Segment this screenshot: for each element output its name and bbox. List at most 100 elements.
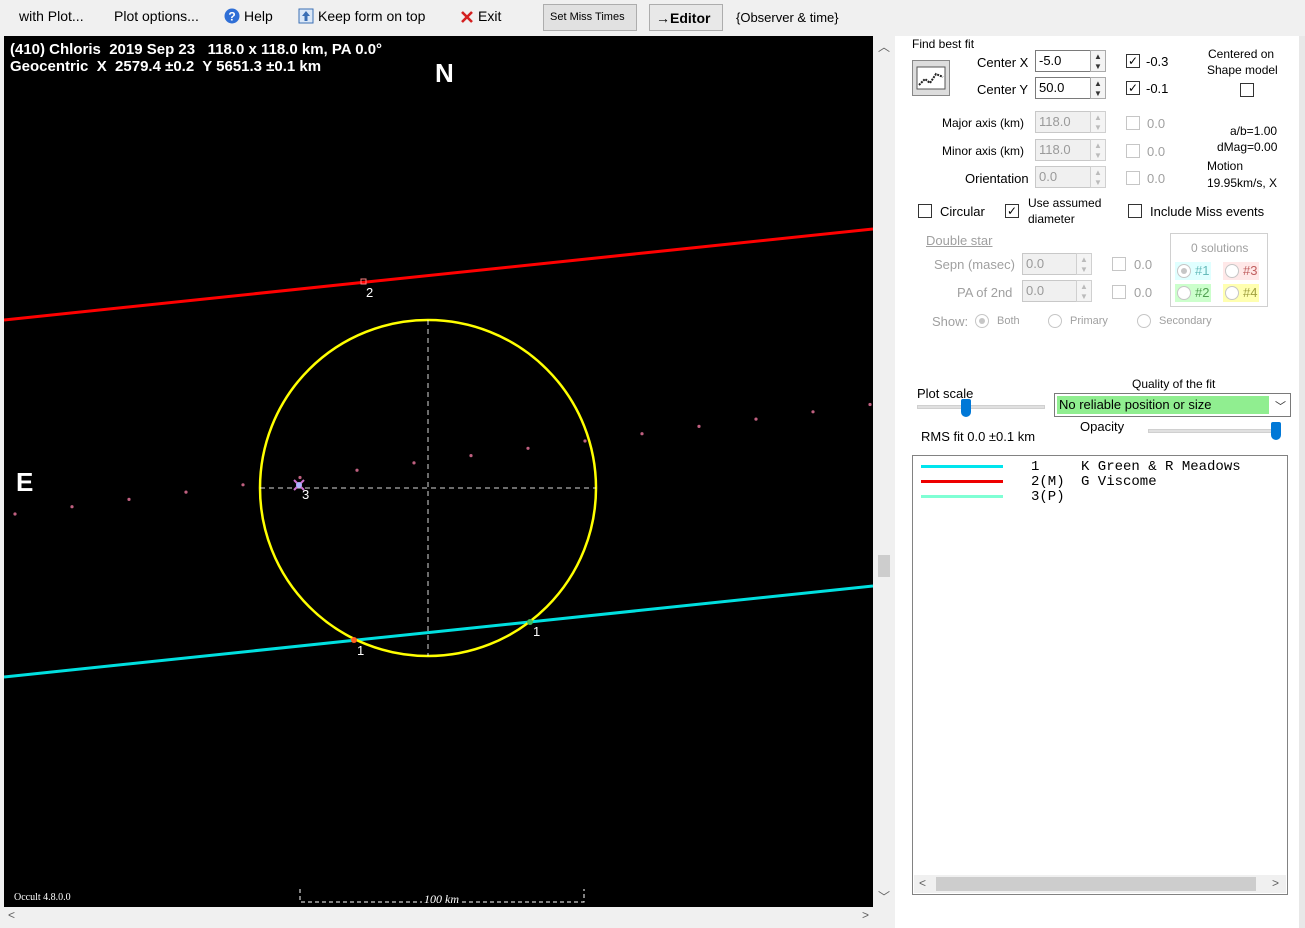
show-primary-label: Primary <box>1070 315 1108 327</box>
scroll-left-icon[interactable]: < <box>919 876 926 890</box>
minor-axis-input[interactable]: 118.0 <box>1035 139 1091 161</box>
solution-2-label: #2 <box>1195 285 1210 300</box>
orientation-input[interactable]: 0.0 <box>1035 166 1091 188</box>
pa2-input[interactable]: 0.0 <box>1022 280 1077 302</box>
path-dot <box>526 446 530 450</box>
show-primary-radio[interactable] <box>1048 314 1062 328</box>
observer-legend: 1 K Green & R Meadows 2(M) G Viscome 3(P… <box>912 455 1288 895</box>
orientation-stepper[interactable]: ▲ ▼ <box>1090 166 1106 188</box>
show-secondary-radio[interactable] <box>1137 314 1151 328</box>
with-plot-menu[interactable]: with Plot... <box>19 8 84 24</box>
scroll-right-icon[interactable]: > <box>1272 876 1279 890</box>
show-both-radio[interactable] <box>975 314 989 328</box>
solution-3[interactable]: #3 <box>1223 262 1260 280</box>
find-best-fit-button[interactable] <box>912 60 950 96</box>
include-miss-checkbox[interactable] <box>1128 204 1142 218</box>
motion-label: Motion <box>1207 159 1244 173</box>
orientation-label: Orientation <box>965 171 1029 186</box>
scroll-left-icon[interactable]: < <box>8 908 15 922</box>
scale-label: 100 km <box>422 892 461 907</box>
opacity-thumb[interactable] <box>1271 422 1281 440</box>
shape-model-checkbox[interactable] <box>1240 83 1254 97</box>
solution-1-label: #1 <box>1195 263 1210 278</box>
chord-line-cyan <box>4 584 873 679</box>
sepn-input[interactable]: 0.0 <box>1022 253 1077 275</box>
help-label: Help <box>244 8 273 24</box>
show-secondary-label: Secondary <box>1159 315 1212 327</box>
pa2-stepper[interactable]: ▲ ▼ <box>1076 280 1092 302</box>
svg-text:?: ? <box>228 10 235 24</box>
circular-checkbox[interactable] <box>918 204 932 218</box>
legend-line <box>921 495 1003 498</box>
major-axis-checkbox[interactable] <box>1126 116 1140 130</box>
path-dot <box>70 505 74 509</box>
path-dot <box>469 454 473 458</box>
center-y-stepper[interactable]: ▲ ▼ <box>1090 77 1106 99</box>
pa2-checkbox[interactable] <box>1112 285 1126 299</box>
legend-row[interactable]: 1 K Green & R Meadows <box>921 459 1281 475</box>
path-dot <box>868 402 872 407</box>
keep-on-top-label: Keep form on top <box>318 8 426 24</box>
center-x-stepper[interactable]: ▲ ▼ <box>1090 50 1106 72</box>
scroll-down-icon[interactable]: ﹀ <box>878 888 890 905</box>
legend-scroll-thumb[interactable] <box>936 877 1256 891</box>
major-axis-label: Major axis (km) <box>942 116 1025 130</box>
solution-2-radio[interactable] <box>1177 286 1191 300</box>
plot-horizontal-scrollbar[interactable]: < > <box>4 907 873 925</box>
version-label: Occult 4.8.0.0 <box>14 892 71 903</box>
sepn-step: 0.0 <box>1134 257 1153 272</box>
solution-1-radio[interactable] <box>1177 264 1191 278</box>
center-x-checkbox[interactable]: ✓ <box>1126 54 1140 68</box>
minor-axis-checkbox[interactable] <box>1126 144 1140 158</box>
shape-model-label: Shape model <box>1207 63 1278 77</box>
use-assumed-diameter-checkbox[interactable]: ✓ <box>1005 204 1019 218</box>
plot-scale-track[interactable] <box>917 405 1045 409</box>
sepn-checkbox[interactable] <box>1112 257 1126 271</box>
legend-row[interactable]: 2(M) G Viscome <box>921 474 1281 490</box>
legend-number: 1 <box>1031 459 1040 475</box>
minor-axis-stepper[interactable]: ▲ ▼ <box>1090 139 1106 161</box>
plot-vertical-scrollbar[interactable]: ︿ ﹀ <box>873 36 895 907</box>
sepn-stepper[interactable]: ▲ ▼ <box>1076 253 1092 275</box>
pin-window-icon <box>298 8 314 27</box>
scroll-thumb[interactable] <box>878 555 890 577</box>
plot-title-line2: Geocentric X 2579.4 ±0.2 Y 5651.3 ±0.1 k… <box>10 58 322 75</box>
keep-on-top-button[interactable]: Keep form on top <box>298 8 425 27</box>
legend-number: 3(P) <box>1031 489 1065 505</box>
east-label: E <box>16 467 34 497</box>
toolbar: with Plot... Plot options... ? Help Keep… <box>0 0 1305 36</box>
path-dot <box>583 439 587 443</box>
solution-4[interactable]: #4 <box>1223 284 1260 302</box>
legend-horizontal-scrollbar[interactable]: < > <box>914 875 1286 893</box>
path-dot <box>412 461 416 465</box>
dmag-value: dMag=0.00 <box>1217 140 1278 154</box>
help-button[interactable]: ? Help <box>224 8 273 27</box>
major-axis-input[interactable]: 118.0 <box>1035 111 1091 133</box>
quality-select[interactable]: No reliable position or size ﹀ <box>1054 393 1291 417</box>
editor-button[interactable]: →Editor <box>649 4 723 31</box>
set-miss-times-button[interactable]: Set Miss Times <box>543 4 637 31</box>
legend-line <box>921 465 1003 468</box>
solution-3-radio[interactable] <box>1225 264 1239 278</box>
plot-scale-thumb[interactable] <box>961 399 971 417</box>
plot-options-menu[interactable]: Plot options... <box>114 8 199 24</box>
solution-2[interactable]: #2 <box>1175 284 1212 302</box>
solution-4-radio[interactable] <box>1225 286 1239 300</box>
occultation-plot[interactable]: 2 3 1 1 (410) Chloris 2019 Sep 23 118.0 … <box>4 36 873 907</box>
motion-value: 19.95km/s, X <box>1207 176 1278 190</box>
path-dot <box>811 410 815 414</box>
center-y-checkbox[interactable]: ✓ <box>1126 81 1140 95</box>
scroll-up-icon[interactable]: ︿ <box>878 38 890 55</box>
legend-row[interactable]: 3(P) <box>921 489 1281 505</box>
opacity-track[interactable] <box>1148 429 1278 433</box>
solution-1[interactable]: #1 <box>1175 262 1212 280</box>
exit-button[interactable]: Exit <box>460 8 501 27</box>
chord-line-red <box>4 227 873 322</box>
center-x-input[interactable]: -5.0 <box>1035 50 1091 72</box>
panel-scroll-edge <box>1299 36 1305 928</box>
plot-title: (410) Chloris 2019 Sep 23 118.0 x 118.0 … <box>10 41 382 75</box>
center-y-input[interactable]: 50.0 <box>1035 77 1091 99</box>
orientation-checkbox[interactable] <box>1126 171 1140 185</box>
major-axis-stepper[interactable]: ▲ ▼ <box>1090 111 1106 133</box>
scroll-right-icon[interactable]: > <box>862 908 869 922</box>
